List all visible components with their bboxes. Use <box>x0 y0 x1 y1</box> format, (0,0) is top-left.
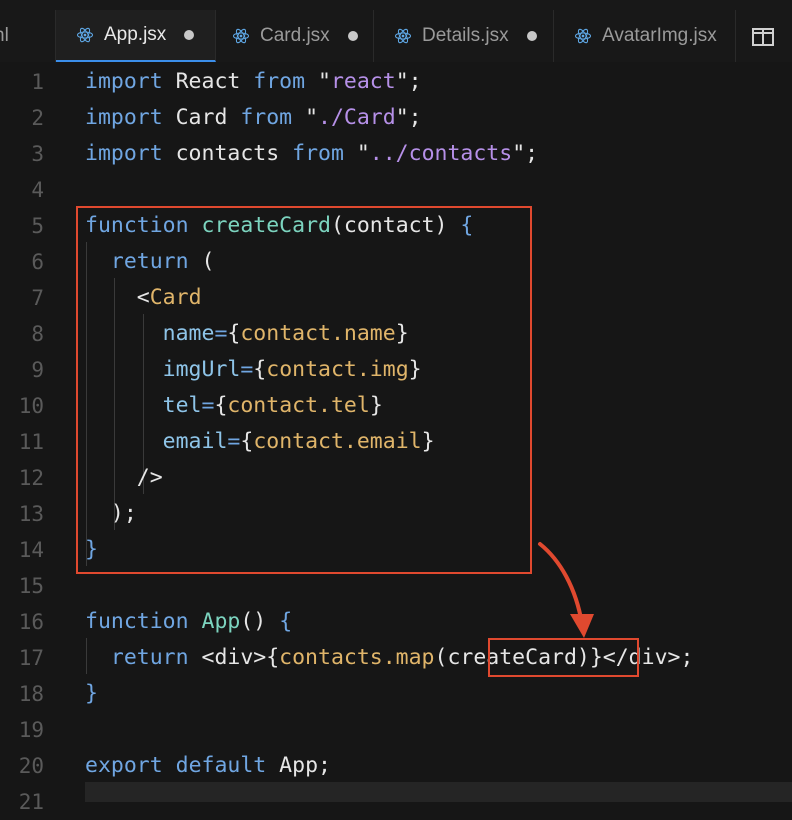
code-token: { <box>279 609 293 634</box>
react-icon <box>574 28 592 44</box>
code-token: } <box>85 681 98 706</box>
code-token: ./Card <box>318 105 396 130</box>
line-number: 5 <box>31 214 44 238</box>
split-editor-icon[interactable] <box>752 28 774 46</box>
code-line[interactable]: 20 export default App; <box>0 748 792 784</box>
code-line[interactable]: 3 import contacts from "../contacts"; <box>0 136 792 172</box>
code-token: " <box>292 105 319 130</box>
editor-tab-bar: nl App.jsx Card.jsx Details.jsx AvatarIm… <box>0 0 792 63</box>
line-number: 4 <box>31 178 44 202</box>
code-token: export <box>85 753 163 778</box>
code-token: default <box>175 753 267 778</box>
code-token: "; <box>395 105 422 130</box>
code-line[interactable]: 19 <box>0 712 792 748</box>
code-token: contacts <box>162 141 293 166</box>
code-token: () <box>240 609 280 634</box>
line-number: 15 <box>18 574 44 598</box>
code-token: return <box>110 645 189 670</box>
tab-avatarimg-jsx[interactable]: AvatarImg.jsx <box>554 10 736 62</box>
code-line[interactable]: 1 import React from "react"; <box>0 64 792 100</box>
code-token: ../contacts <box>369 141 513 166</box>
code-token: "; <box>512 141 539 166</box>
tab-label: Card.jsx <box>260 25 330 46</box>
line-number: 12 <box>18 466 44 490</box>
line-number: 8 <box>31 322 44 346</box>
code-token: " <box>343 141 370 166</box>
code-token: import <box>85 69 163 94</box>
code-token: contacts.map <box>279 645 435 670</box>
code-token: <div>{ <box>188 645 280 670</box>
code-line[interactable]: 2 import Card from "./Card"; <box>0 100 792 136</box>
tab-label: nl <box>0 25 9 46</box>
line-number: 20 <box>18 754 44 778</box>
code-line[interactable]: 18} <box>0 676 792 712</box>
code-token: App; <box>266 753 331 778</box>
unsaved-dot-icon[interactable] <box>526 31 537 41</box>
tab-app-jsx[interactable]: App.jsx <box>56 10 216 62</box>
code-line[interactable]: 16 function App() { <box>0 604 792 640</box>
code-token: " <box>305 69 331 94</box>
code-token: React <box>162 69 254 94</box>
code-text: import Card from "./Card"; <box>85 100 422 136</box>
line-number: 14 <box>18 538 44 562</box>
unsaved-dot-icon[interactable] <box>184 30 195 40</box>
unsaved-dot-icon[interactable] <box>347 31 358 41</box>
createcard-argument-highlight-box <box>488 638 639 677</box>
code-text: import React from "react"; <box>85 64 422 100</box>
line-number: 21 <box>18 790 44 814</box>
code-token: from <box>292 141 344 166</box>
tab-html[interactable]: nl <box>0 10 56 62</box>
code-token: function <box>85 609 189 634</box>
code-text: export default App; <box>85 748 331 784</box>
code-token: react <box>330 69 396 94</box>
code-line[interactable]: 4 <box>0 172 792 208</box>
line-number: 13 <box>18 502 44 526</box>
code-token: import <box>85 141 163 166</box>
code-token: import <box>85 105 163 130</box>
tab-details-jsx[interactable]: Details.jsx <box>374 10 554 62</box>
react-icon <box>232 28 250 44</box>
line-number: 10 <box>18 394 44 418</box>
tab-label: App.jsx <box>104 24 167 45</box>
react-icon <box>76 27 94 43</box>
line-number: 11 <box>18 430 44 454</box>
line-number: 16 <box>18 610 44 634</box>
code-token: App <box>201 609 241 634</box>
tab-label: AvatarImg.jsx <box>602 25 717 46</box>
annotation-arrow-icon <box>538 542 594 638</box>
code-token: Card <box>162 105 241 130</box>
tab-label: Details.jsx <box>422 25 509 46</box>
code-token: from <box>240 105 293 130</box>
current-line-highlight <box>85 782 792 802</box>
line-number: 2 <box>31 106 44 130</box>
code-text: } <box>85 676 98 712</box>
line-number: 18 <box>18 682 44 706</box>
line-number: 1 <box>31 70 44 94</box>
line-number: 19 <box>18 718 44 742</box>
tab-card-jsx[interactable]: Card.jsx <box>216 10 374 62</box>
line-number: 6 <box>31 250 44 274</box>
code-token: from <box>253 69 306 94</box>
code-text: function App() { <box>85 604 292 640</box>
code-token: "; <box>395 69 422 94</box>
react-icon <box>394 28 412 44</box>
line-number: 3 <box>31 142 44 166</box>
line-number: 9 <box>31 358 44 382</box>
code-line[interactable]: 17 return <div>{contacts.map(createCard)… <box>0 640 792 676</box>
line-number: 17 <box>18 646 44 670</box>
line-number: 7 <box>31 286 44 310</box>
createcard-function-highlight-box <box>76 206 532 574</box>
code-text: import contacts from "../contacts"; <box>85 136 538 172</box>
